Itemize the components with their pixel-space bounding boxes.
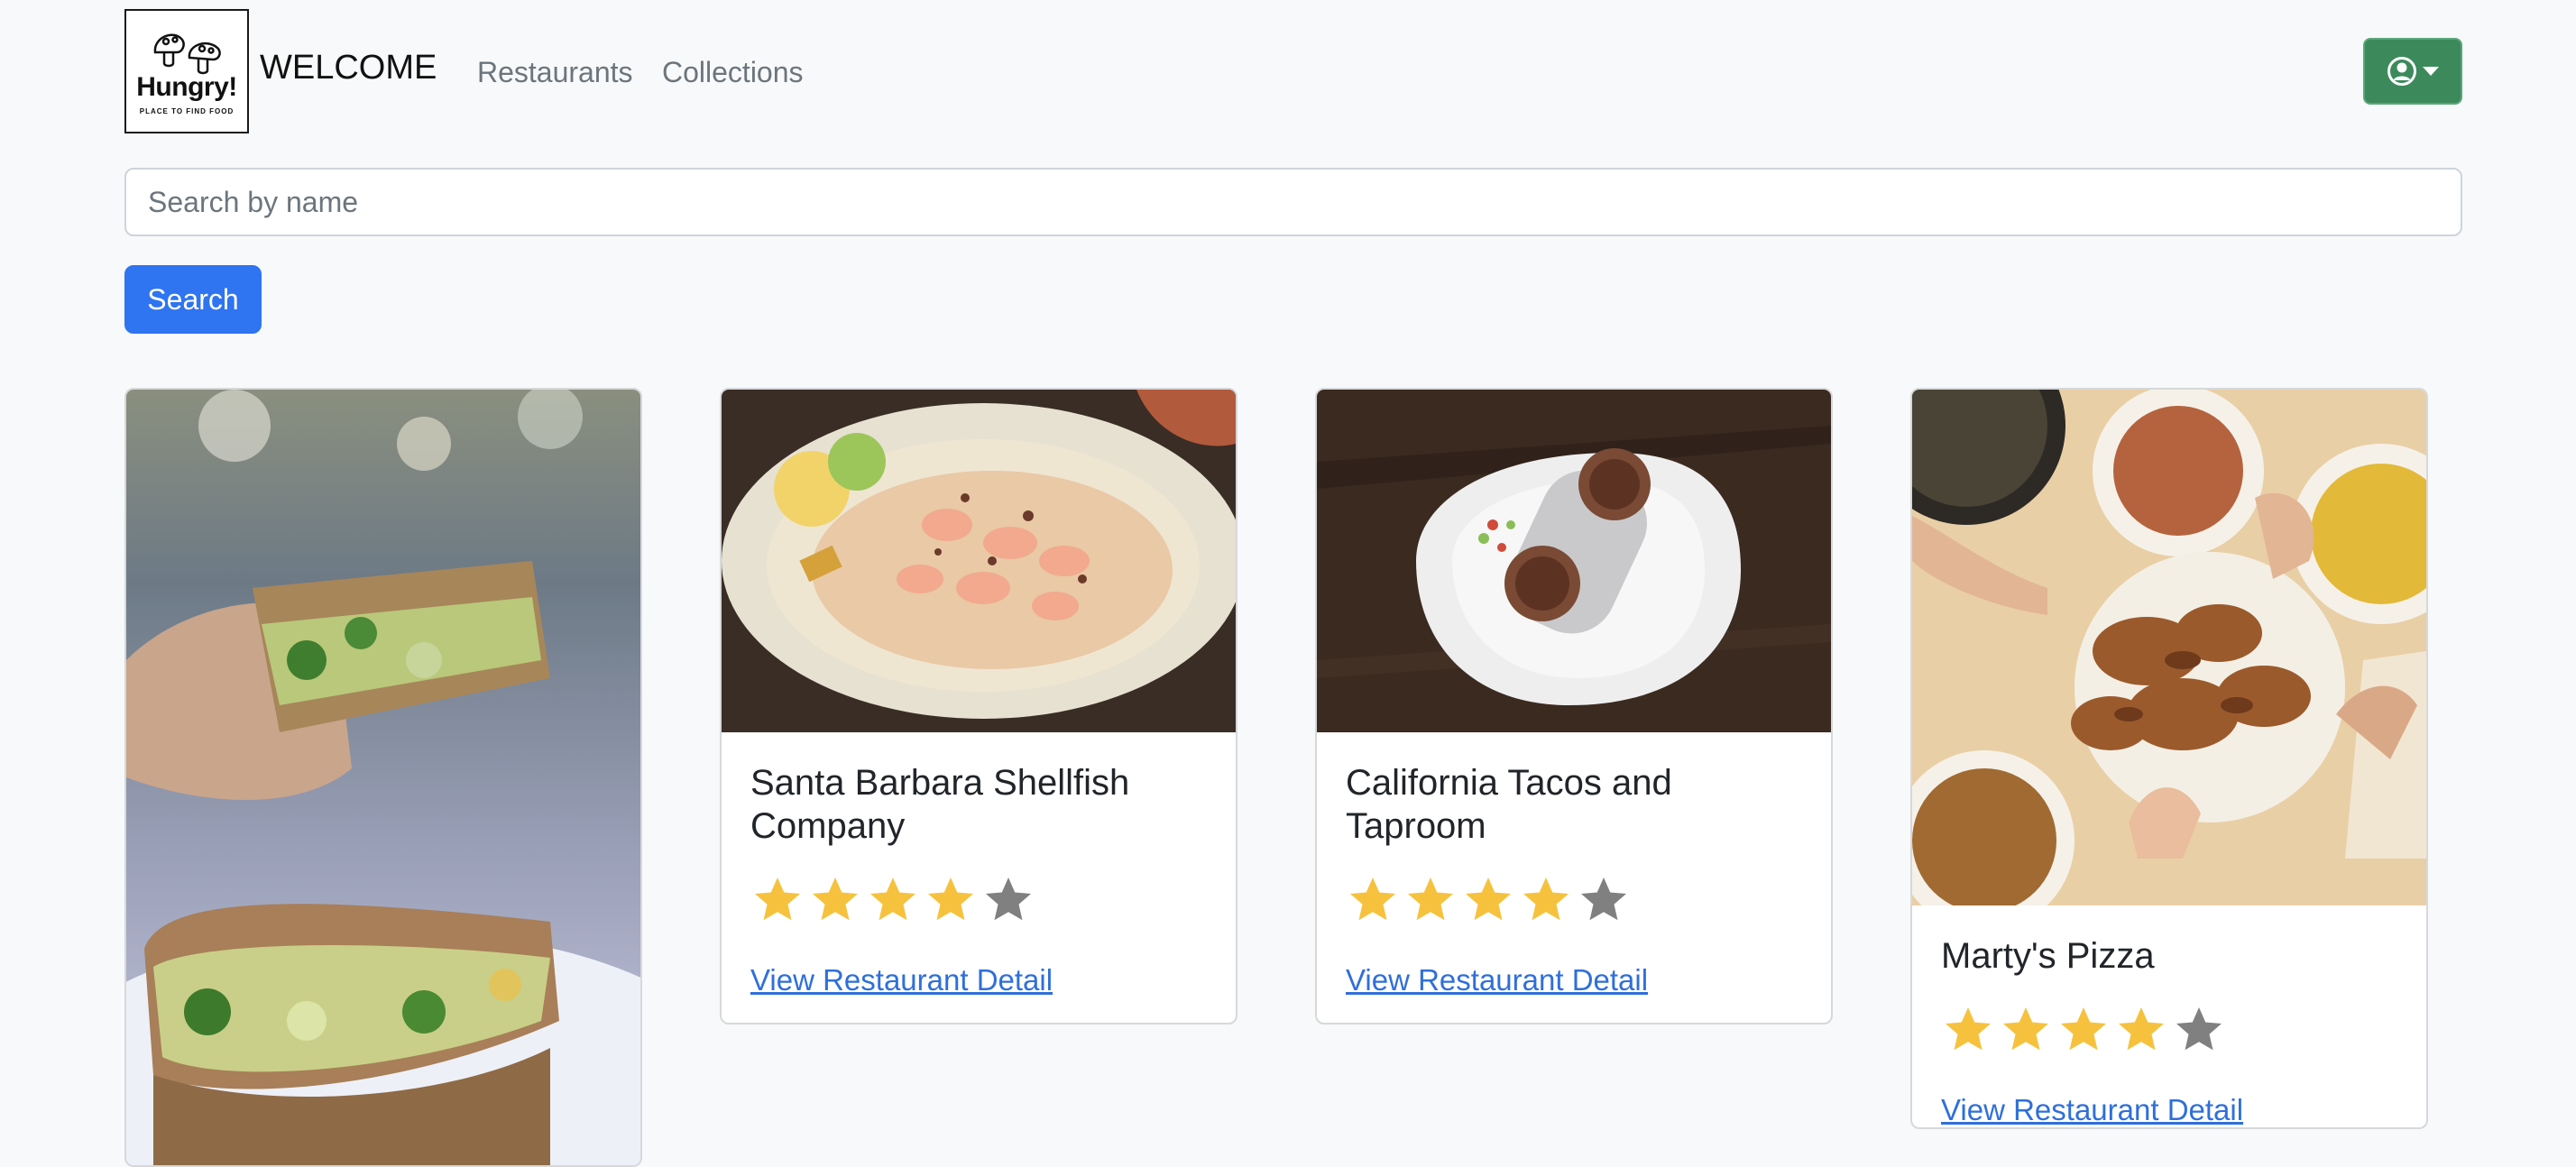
- star-filled-icon: [1946, 1007, 1991, 1051]
- star-empty-icon: [1581, 878, 1626, 921]
- star-rating: [750, 873, 1207, 927]
- restaurant-image: [1317, 390, 1831, 732]
- star-filled-icon: [2119, 1007, 2164, 1051]
- star-rating: [1346, 873, 1802, 927]
- chevron-down-icon: [2423, 67, 2439, 76]
- star-filled-icon: [2061, 1007, 2106, 1051]
- star-filled-icon: [2003, 1007, 2048, 1051]
- star-filled-icon: [1466, 878, 1511, 921]
- restaurant-card: California Tacos and Taproom View Restau…: [1315, 388, 1833, 1025]
- restaurant-card: [124, 388, 642, 1167]
- user-menu-button[interactable]: [2363, 38, 2462, 105]
- logo-tagline: PLACE TO FIND FOOD: [139, 107, 235, 115]
- restaurant-card: Marty's Pizza View Restaurant Detail: [1910, 388, 2428, 1129]
- mushroom-logo-icon: [153, 33, 221, 75]
- restaurant-name: Marty's Pizza: [1941, 936, 2155, 976]
- page-title: WELCOME: [260, 49, 437, 87]
- search-input[interactable]: [124, 168, 2462, 236]
- brand-logo[interactable]: Hungry! PLACE TO FIND FOOD: [124, 9, 249, 133]
- star-empty-icon: [2176, 1007, 2222, 1051]
- restaurant-name: Santa Barbara Shellfish Company: [750, 763, 1130, 846]
- restaurant-image: [722, 390, 1236, 732]
- star-filled-icon: [813, 878, 858, 921]
- star-filled-icon: [870, 878, 915, 921]
- nav-restaurants[interactable]: Restaurants: [477, 54, 633, 90]
- nav-collections[interactable]: Collections: [662, 54, 804, 90]
- restaurant-name: California Tacos and Taproom: [1346, 763, 1672, 846]
- restaurant-image: [126, 390, 640, 1165]
- star-filled-icon: [1523, 878, 1569, 921]
- star-empty-icon: [986, 878, 1031, 921]
- restaurant-card: Santa Barbara Shellfish Company View Res…: [720, 388, 1237, 1025]
- user-circle-icon: [2387, 57, 2416, 86]
- view-restaurant-detail-link[interactable]: View Restaurant Detail: [1346, 963, 1648, 997]
- star-filled-icon: [1408, 878, 1453, 921]
- star-filled-icon: [928, 878, 973, 921]
- star-filled-icon: [755, 878, 800, 921]
- star-filled-icon: [1350, 878, 1395, 921]
- view-restaurant-detail-link[interactable]: View Restaurant Detail: [1941, 1093, 2243, 1127]
- search-button[interactable]: Search: [124, 265, 262, 334]
- star-rating: [1941, 1003, 2397, 1057]
- restaurant-image: [1912, 390, 2426, 905]
- view-restaurant-detail-link[interactable]: View Restaurant Detail: [750, 963, 1053, 997]
